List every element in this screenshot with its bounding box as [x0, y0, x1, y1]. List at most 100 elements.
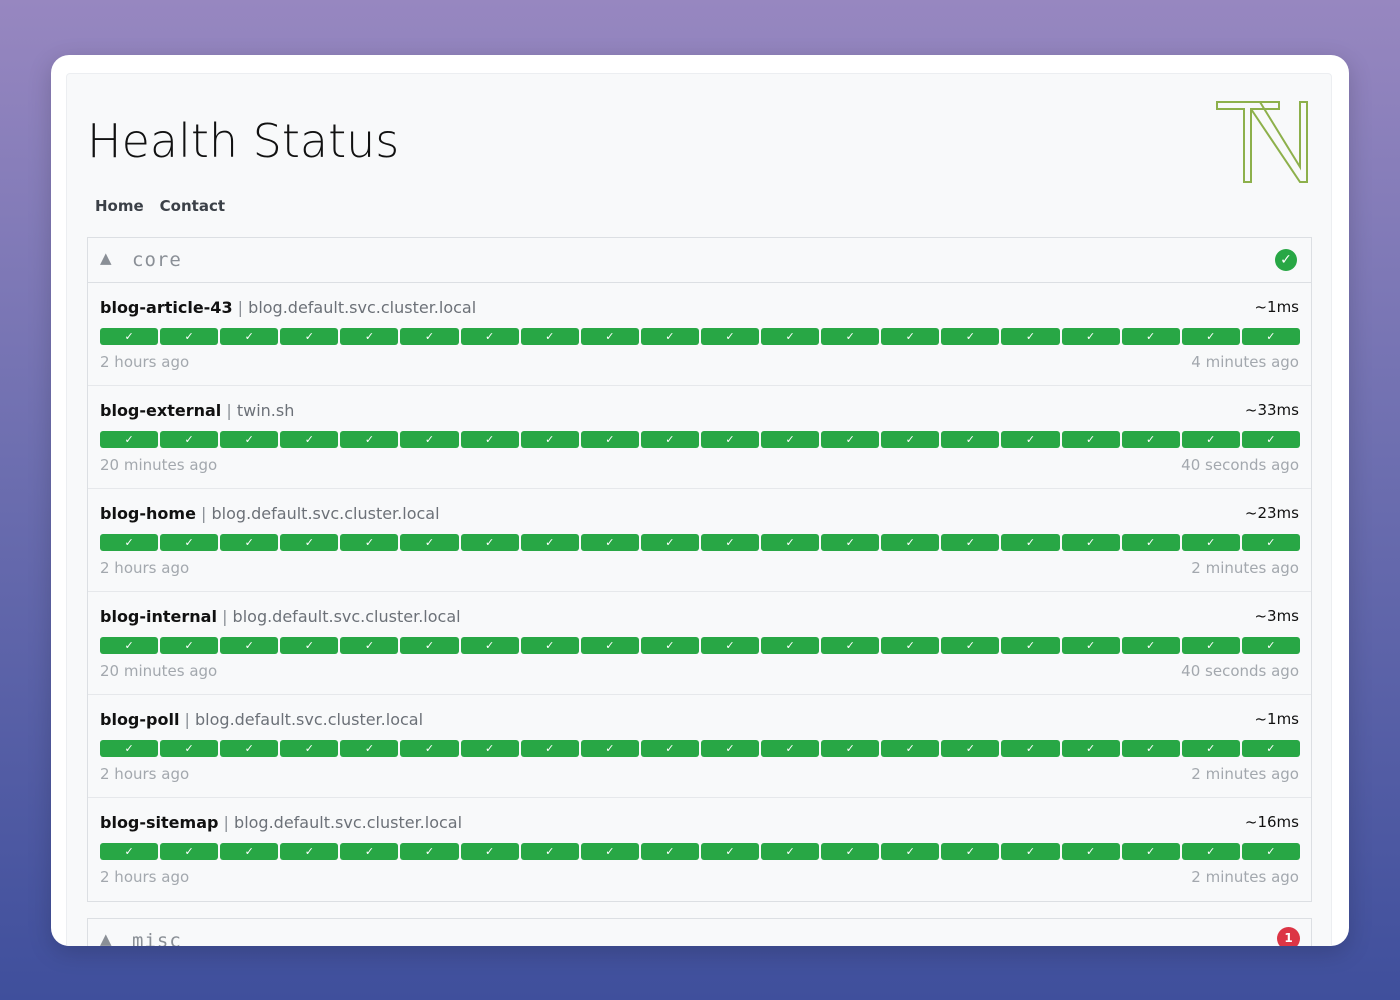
result-bar-success[interactable]: ✓ [580, 328, 639, 345]
result-bar-success[interactable]: ✓ [821, 740, 880, 757]
result-bar-success[interactable]: ✓ [280, 637, 339, 654]
result-bar-success[interactable]: ✓ [340, 740, 399, 757]
result-bar-success[interactable]: ✓ [160, 431, 219, 448]
result-bar-success[interactable]: ✓ [100, 328, 159, 345]
result-bar-success[interactable]: ✓ [460, 843, 519, 860]
result-bar-success[interactable]: ✓ [100, 637, 159, 654]
result-bar-success[interactable]: ✓ [340, 843, 399, 860]
result-bar-success[interactable]: ✓ [1061, 637, 1120, 654]
result-bar-success[interactable]: ✓ [340, 637, 399, 654]
result-bar-success[interactable]: ✓ [280, 328, 339, 345]
result-bar-success[interactable]: ✓ [100, 431, 159, 448]
nav-contact-link[interactable]: Contact [160, 197, 225, 215]
result-bar-success[interactable]: ✓ [460, 740, 519, 757]
result-bar-success[interactable]: ✓ [220, 843, 279, 860]
result-bar-success[interactable]: ✓ [640, 740, 699, 757]
result-bar-success[interactable]: ✓ [761, 328, 820, 345]
result-bar-success[interactable]: ✓ [340, 328, 399, 345]
result-bar-success[interactable]: ✓ [941, 534, 1000, 551]
collapse-arrow-icon[interactable]: ▲ [100, 249, 112, 267]
result-bar-success[interactable]: ✓ [1241, 328, 1300, 345]
result-bar-success[interactable]: ✓ [1121, 534, 1180, 551]
result-bar-success[interactable]: ✓ [640, 431, 699, 448]
result-bar-success[interactable]: ✓ [1181, 843, 1240, 860]
result-bar-success[interactable]: ✓ [761, 637, 820, 654]
result-bar-success[interactable]: ✓ [280, 431, 339, 448]
result-bar-success[interactable]: ✓ [700, 637, 760, 654]
result-bar-success[interactable]: ✓ [941, 843, 1000, 860]
result-bar-success[interactable]: ✓ [1181, 740, 1240, 757]
result-bar-success[interactable]: ✓ [1181, 431, 1240, 448]
group-misc-header[interactable]: ▲ misc 1 [88, 919, 1311, 946]
result-bar-success[interactable]: ✓ [941, 740, 1000, 757]
result-bar-success[interactable]: ✓ [761, 431, 820, 448]
result-bar-success[interactable]: ✓ [1061, 843, 1120, 860]
endpoint-name[interactable]: blog-poll [100, 710, 179, 729]
result-bar-success[interactable]: ✓ [821, 431, 880, 448]
group-core-header[interactable]: ▲ core ✓ [88, 238, 1311, 283]
result-bar-success[interactable]: ✓ [1121, 843, 1180, 860]
result-bar-success[interactable]: ✓ [1001, 534, 1060, 551]
result-bar-success[interactable]: ✓ [520, 843, 579, 860]
result-bar-success[interactable]: ✓ [761, 843, 820, 860]
result-bar-success[interactable]: ✓ [821, 843, 880, 860]
result-bar-success[interactable]: ✓ [220, 534, 279, 551]
result-bar-success[interactable]: ✓ [580, 843, 639, 860]
result-bar-success[interactable]: ✓ [700, 431, 760, 448]
result-bar-success[interactable]: ✓ [640, 328, 699, 345]
result-bar-success[interactable]: ✓ [160, 843, 219, 860]
result-bar-success[interactable]: ✓ [400, 328, 459, 345]
result-bar-success[interactable]: ✓ [520, 637, 579, 654]
result-bar-success[interactable]: ✓ [1001, 843, 1060, 860]
result-bar-success[interactable]: ✓ [460, 637, 519, 654]
result-bar-success[interactable]: ✓ [160, 740, 219, 757]
result-bar-success[interactable]: ✓ [881, 740, 940, 757]
result-bar-success[interactable]: ✓ [100, 534, 159, 551]
result-bar-success[interactable]: ✓ [340, 431, 399, 448]
result-bar-success[interactable]: ✓ [700, 740, 760, 757]
collapse-arrow-icon[interactable]: ▲ [100, 930, 112, 946]
result-bar-success[interactable]: ✓ [1121, 328, 1180, 345]
result-bar-success[interactable]: ✓ [1181, 328, 1240, 345]
result-bar-success[interactable]: ✓ [1241, 843, 1300, 860]
result-bar-success[interactable]: ✓ [580, 740, 639, 757]
result-bar-success[interactable]: ✓ [881, 534, 940, 551]
endpoint-name[interactable]: blog-article-43 [100, 298, 233, 317]
result-bar-success[interactable]: ✓ [100, 740, 159, 757]
result-bar-success[interactable]: ✓ [1121, 637, 1180, 654]
result-bar-success[interactable]: ✓ [400, 740, 459, 757]
result-bar-success[interactable]: ✓ [280, 534, 339, 551]
result-bar-success[interactable]: ✓ [1061, 740, 1120, 757]
result-bar-success[interactable]: ✓ [400, 534, 459, 551]
result-bar-success[interactable]: ✓ [1181, 637, 1240, 654]
result-bar-success[interactable]: ✓ [821, 534, 880, 551]
result-bar-success[interactable]: ✓ [881, 637, 940, 654]
result-bar-success[interactable]: ✓ [941, 637, 1000, 654]
result-bar-success[interactable]: ✓ [520, 431, 579, 448]
result-bar-success[interactable]: ✓ [700, 328, 760, 345]
result-bar-success[interactable]: ✓ [280, 843, 339, 860]
result-bar-success[interactable]: ✓ [220, 431, 279, 448]
result-bar-success[interactable]: ✓ [881, 328, 940, 345]
endpoint-name[interactable]: blog-internal [100, 607, 217, 626]
result-bar-success[interactable]: ✓ [520, 328, 579, 345]
result-bar-success[interactable]: ✓ [1061, 534, 1120, 551]
result-bar-success[interactable]: ✓ [1121, 431, 1180, 448]
result-bar-success[interactable]: ✓ [1001, 740, 1060, 757]
result-bar-success[interactable]: ✓ [460, 534, 519, 551]
result-bar-success[interactable]: ✓ [1241, 740, 1300, 757]
result-bar-success[interactable]: ✓ [761, 534, 820, 551]
result-bar-success[interactable]: ✓ [460, 328, 519, 345]
result-bar-success[interactable]: ✓ [1001, 637, 1060, 654]
result-bar-success[interactable]: ✓ [640, 534, 699, 551]
result-bar-success[interactable]: ✓ [1241, 431, 1300, 448]
result-bar-success[interactable]: ✓ [520, 534, 579, 551]
result-bar-success[interactable]: ✓ [280, 740, 339, 757]
result-bar-success[interactable]: ✓ [640, 637, 699, 654]
result-bar-success[interactable]: ✓ [220, 740, 279, 757]
endpoint-name[interactable]: blog-sitemap [100, 813, 218, 832]
nav-home-link[interactable]: Home [95, 197, 144, 215]
result-bar-success[interactable]: ✓ [821, 637, 880, 654]
result-bar-success[interactable]: ✓ [340, 534, 399, 551]
result-bar-success[interactable]: ✓ [941, 431, 1000, 448]
